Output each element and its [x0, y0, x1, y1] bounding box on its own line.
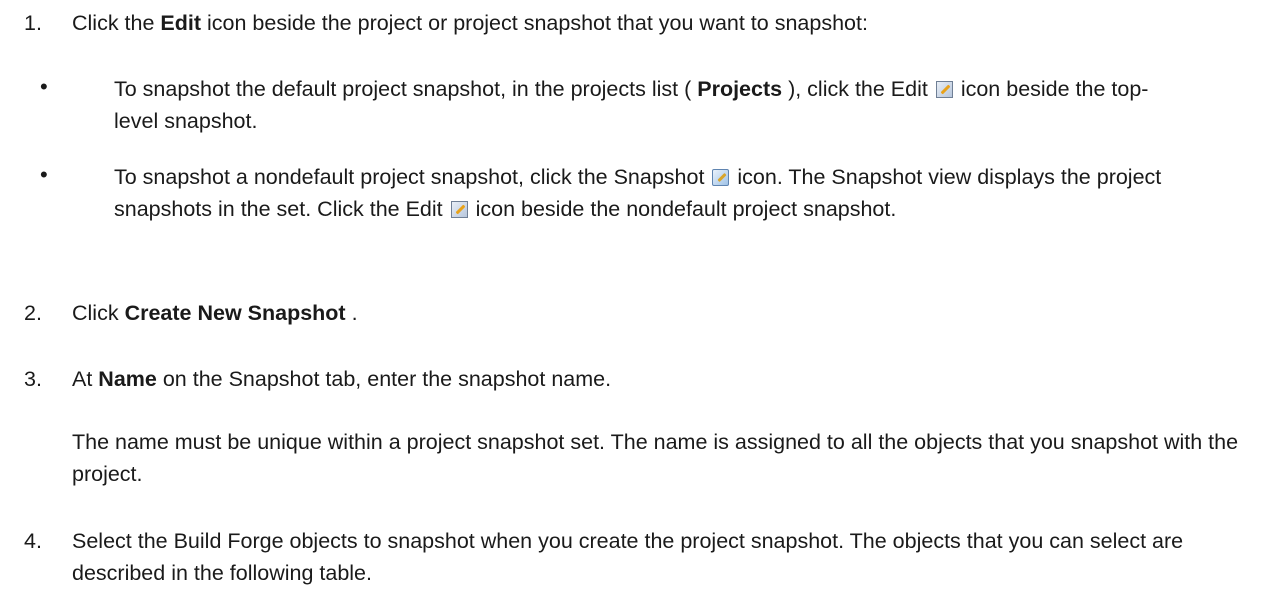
create-new-snapshot-label: Create New Snapshot — [124, 301, 346, 325]
step-number: 2. — [24, 301, 42, 325]
snapshot-icon — [712, 169, 730, 186]
edit-icon — [935, 81, 953, 98]
edit-icon — [450, 201, 468, 218]
bullet-marker: • — [40, 74, 48, 99]
bullet-marker: • — [40, 162, 48, 187]
step-text: Click Create New Snapshot . — [72, 301, 358, 325]
step-number: 1. — [24, 11, 42, 35]
projects-label: Projects — [697, 77, 783, 101]
step-text: Click the Edit icon beside the project o… — [72, 11, 868, 35]
note-text: The name must be unique within a project… — [72, 430, 1239, 486]
edit-label: Edit — [160, 11, 202, 35]
step-number: 3. — [24, 367, 42, 391]
name-label: Name — [98, 367, 157, 391]
instructions-document: 1. Click the Edit icon beside the projec… — [0, 0, 1270, 609]
step-text: Select the Build Forge objects to snapsh… — [72, 529, 1184, 585]
step-number: 4. — [24, 529, 42, 553]
bullet-text: To snapshot a nondefault project snapsho… — [114, 165, 1162, 221]
step-text: At Name on the Snapshot tab, enter the s… — [72, 367, 612, 391]
bullet-text: To snapshot the default project snapshot… — [114, 77, 1149, 133]
